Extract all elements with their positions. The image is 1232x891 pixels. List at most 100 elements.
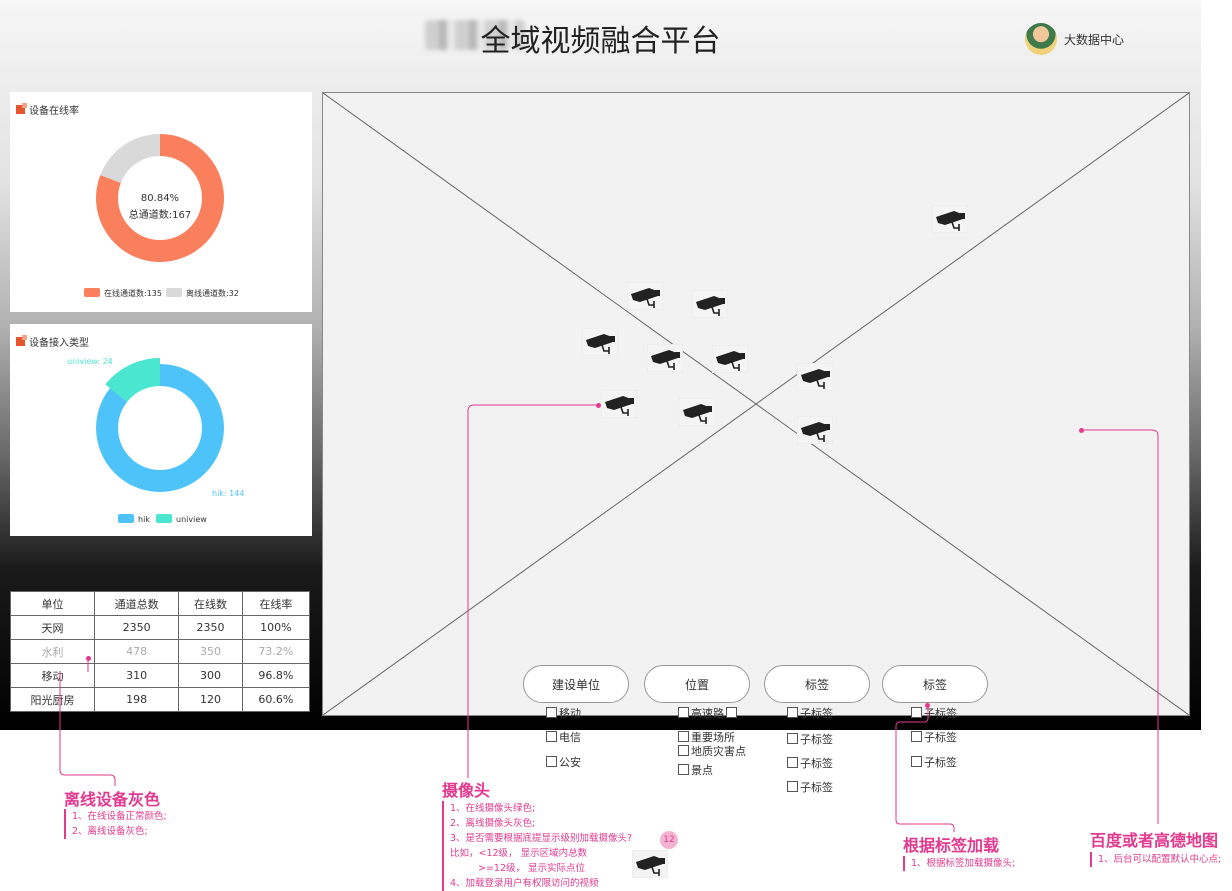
filter-location[interactable]: 位置 [644,665,750,703]
camera-icon[interactable] [796,415,834,448]
legend-online: 在线通道数:135 [104,288,162,298]
camera-icon[interactable] [626,281,664,314]
table-cell: 移动 [9,663,96,688]
legend-hik: hik [138,515,150,524]
option-subtag[interactable]: 子标签 [911,705,957,721]
checkbox[interactable] [546,731,557,742]
checkbox[interactable] [911,707,922,718]
online-percent-label: 80.84% [141,193,179,204]
unit-stats-table: 单位 通道总数 在线数 在线率 天网 2350 2350 100% 水利 478… [9,591,311,712]
user-avatar[interactable] [1025,23,1057,55]
online-total-label: 总通道数:167 [129,208,191,221]
option-subtag[interactable]: 子标签 [787,779,833,795]
option-subtag[interactable]: 子标签 [911,754,957,770]
option-subtag[interactable]: 子标签 [911,729,957,745]
checkbox[interactable] [787,781,798,792]
filter-tag[interactable]: 标签 [764,665,870,703]
annotation-map-title: 百度或者高德地图 [1090,831,1219,850]
pie-slice-offline[interactable] [100,134,160,183]
map-area[interactable] [322,92,1190,716]
legend-offline: 离线通道数:32 [186,288,239,298]
col-header: 在线数 [178,591,243,616]
camera-icon[interactable] [600,389,638,422]
checkbox[interactable] [678,731,689,742]
checkbox[interactable] [726,707,737,718]
table-cell: 73.2% [241,639,311,664]
checkbox[interactable] [787,733,798,744]
camera-icon[interactable] [646,343,684,376]
option-scenic[interactable]: 景点 [678,762,713,778]
option-mobile[interactable]: 移动 [546,705,581,721]
page-title: 全域视频融合平台 [480,24,721,59]
table-row[interactable]: 移动 310 300 96.8% [9,663,311,688]
col-header: 在线率 [241,591,311,616]
annotation-camera-body: 1、在线摄像头绿色; 2、离线摄像头灰色; 3、是否需要根据底提显示级别加载摄像… [442,801,632,891]
table-cell: 2350 [94,615,180,640]
option-subtag[interactable]: 子标签 [787,731,833,747]
annotation-dot [925,703,930,708]
checkbox[interactable] [911,756,922,767]
checkbox[interactable] [678,745,689,756]
table-row[interactable]: 阳光厨房 198 120 60.6% [9,687,311,712]
annotation-dot [596,403,601,408]
checkbox[interactable] [678,707,689,718]
option-subtag[interactable]: 子标签 [787,705,833,721]
legend-swatch-offline [166,288,182,297]
filter-construction-unit[interactable]: 建设单位 [523,665,629,703]
checkbox[interactable] [678,764,689,775]
option-highway[interactable]: 高速路 [678,705,739,721]
online-rate-panel: 设备在线率 80.84% 总通道数:167 在线通道数:135 离线通道数:32 [10,92,312,312]
filter-tag-2[interactable]: 标签 [882,665,988,703]
option-police[interactable]: 公安 [546,754,581,770]
legend-swatch-hik [118,514,134,523]
camera-icon[interactable] [691,289,729,322]
option-telecom[interactable]: 电信 [546,729,581,745]
table-row[interactable]: 水利 478 350 73.2% [9,639,311,664]
table-cell: 天网 [9,615,96,640]
checkbox[interactable] [546,707,557,718]
table-cell: 阳光厨房 [9,687,96,712]
camera-icon[interactable] [931,204,969,237]
camera-icon[interactable] [678,397,716,430]
checkbox[interactable] [787,757,798,768]
camera-icon[interactable] [711,344,749,377]
option-geo-hazard[interactable]: 地质灾害点 [678,743,746,759]
access-type-chart: uniview: 24 hik: 144 hik uniview [67,357,244,524]
map-placeholder-cross [323,93,1189,715]
table-row[interactable]: 天网 2350 2350 100% [9,615,311,640]
camera-icon[interactable] [581,327,619,360]
camera-icon[interactable] [796,362,834,395]
legend-swatch-uniview [156,514,172,523]
table-header-row: 单位 通道总数 在线数 在线率 [9,591,311,616]
checkbox[interactable] [911,731,922,742]
table-cell: 水利 [9,639,96,664]
table-cell: 100% [241,615,311,640]
annotation-map-body: 1、后台可以配置默认中心点; [1090,852,1221,867]
table-cell: 350 [178,639,243,664]
hik-label: hik: 144 [212,489,244,498]
uniview-label: uniview: 24 [67,357,113,366]
table-cell: 60.6% [241,687,311,712]
annotation-offline-body: 1、在线设备正常颜色; 2、离线设备灰色; [64,809,167,839]
annotation-dot [86,656,91,661]
annotation-tag-body: 1、根据标签加载摄像头; [903,856,1015,871]
table-cell: 2350 [178,615,243,640]
annotation-tag-title: 根据标签加载 [903,836,1000,855]
table-cell: 198 [94,687,180,712]
col-header: 通道总数 [94,591,180,616]
access-type-panel: 设备接入类型 uniview: 24 hik: 144 hik uniview [10,324,312,536]
user-name[interactable]: 大数据中心 [1064,31,1124,48]
option-subtag[interactable]: 子标签 [787,755,833,771]
annotation-dot [1079,428,1084,433]
annotation-offline-title: 离线设备灰色 [64,790,161,809]
annotation-camera-title: 摄像头 [442,781,491,800]
table-cell: 310 [94,663,180,688]
table-cell: 96.8% [241,663,311,688]
checkbox[interactable] [546,756,557,767]
table-cell: 120 [178,687,243,712]
checkbox[interactable] [787,707,798,718]
camera-cluster-icon [631,849,669,882]
table-cell: 300 [178,663,243,688]
table-cell: 478 [94,639,180,664]
col-header: 单位 [9,591,96,616]
